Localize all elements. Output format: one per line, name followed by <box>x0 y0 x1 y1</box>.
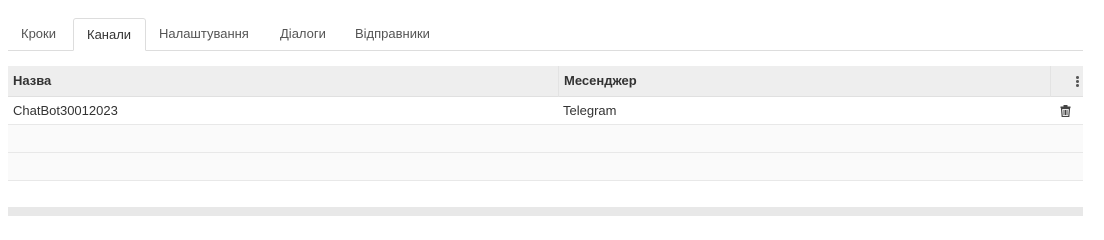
delete-row-button[interactable] <box>1050 97 1083 124</box>
table-row-empty <box>8 125 1083 153</box>
cell-channel-name: ChatBot30012023 <box>13 103 118 118</box>
grid-header: Назва Месенджер <box>8 66 1083 97</box>
cell-messenger: Telegram <box>563 103 617 118</box>
tab-steps[interactable]: Кроки <box>8 18 72 51</box>
tab-settings[interactable]: Налаштування <box>146 18 266 51</box>
trash-icon <box>1060 104 1071 117</box>
tab-dialogs[interactable]: Діалоги <box>267 18 341 51</box>
column-header-messenger[interactable]: Месенджер <box>558 66 1050 97</box>
kebab-icon <box>1075 76 1079 88</box>
channels-grid: Назва Месенджер ChatBot30012023 Telegram <box>8 66 1083 181</box>
tab-bar: Кроки Канали Налаштування Діалоги Відпра… <box>8 18 1083 51</box>
tab-senders[interactable]: Відправники <box>342 18 452 51</box>
horizontal-scrollbar[interactable] <box>8 207 1083 216</box>
tab-channels[interactable]: Канали <box>73 18 146 51</box>
table-row-empty <box>8 153 1083 181</box>
column-menu-button[interactable] <box>1050 66 1083 97</box>
column-header-name[interactable]: Назва <box>8 66 558 97</box>
table-row[interactable]: ChatBot30012023 Telegram <box>8 97 1083 125</box>
